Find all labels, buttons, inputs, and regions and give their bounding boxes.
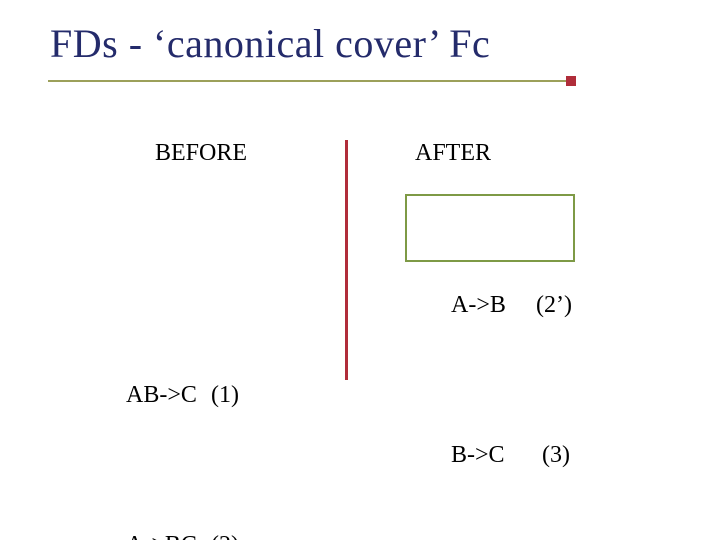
list-item: A->B(2’) <box>415 260 572 350</box>
after-heading: AFTER <box>415 140 491 167</box>
after-list: A->B(2’) B->C (3) <box>415 200 572 540</box>
fd-label: (2) <box>211 530 239 540</box>
fd-expr: A->BC <box>126 530 211 540</box>
fd-expr: AB->C <box>126 380 211 410</box>
title-underline <box>48 80 568 82</box>
fd-expr: A->B <box>451 290 536 320</box>
fd-label: (2’) <box>536 290 572 320</box>
blank-line <box>126 232 132 258</box>
title-row: FDs - ‘canonical cover’ Fc <box>50 20 670 67</box>
title-underline-accent <box>566 76 576 86</box>
list-item: A->BC(2) <box>90 500 239 540</box>
fd-label: (1) <box>211 380 239 410</box>
vertical-divider <box>345 140 348 380</box>
list-item: B->C (3) <box>415 410 572 500</box>
fd-expr: B->C <box>451 440 536 470</box>
list-item <box>90 200 239 290</box>
before-list: AB->C(1) A->BC(2) B->C(3) A->B(4) <box>90 140 239 540</box>
slide-title: FDs - ‘canonical cover’ Fc <box>50 21 490 66</box>
fd-label: (3) <box>536 440 570 470</box>
slide: FDs - ‘canonical cover’ Fc BEFORE AB->C(… <box>0 0 720 540</box>
list-item: AB->C(1) <box>90 350 239 440</box>
